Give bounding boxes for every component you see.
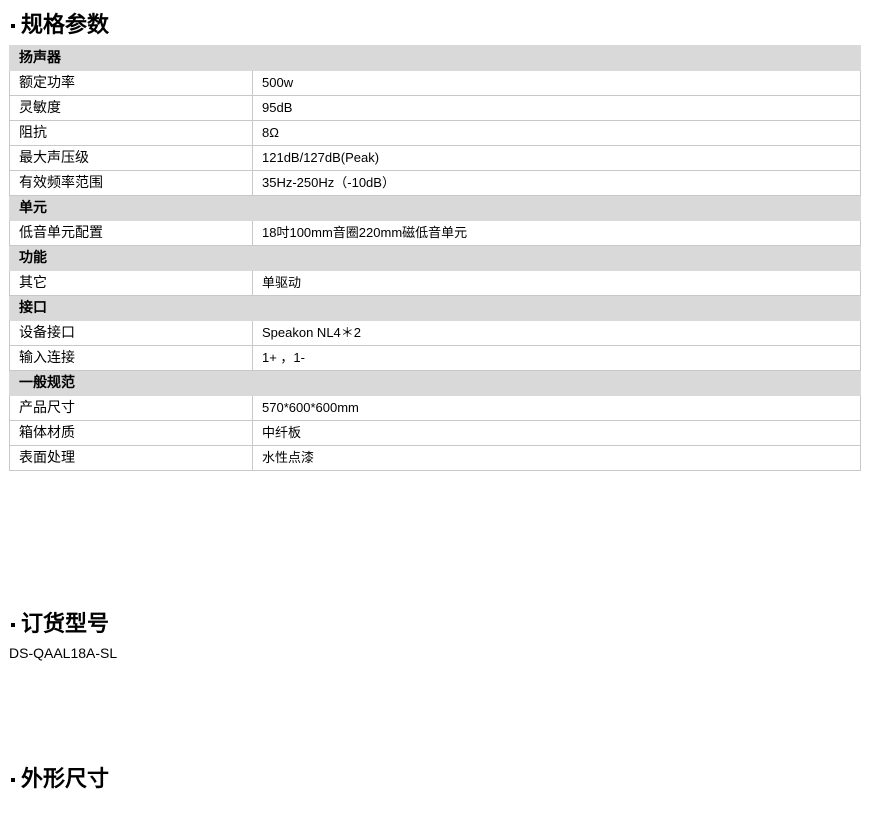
spec-group-label: 接口 bbox=[9, 295, 861, 321]
spec-row: 最大声压级 121dB/127dB(Peak) bbox=[9, 145, 861, 171]
spec-row: 表面处理 水性点漆 bbox=[9, 445, 861, 471]
spec-group-row: 单元 bbox=[9, 195, 861, 221]
spec-group-row: 一般规范 bbox=[9, 370, 861, 396]
order-model-number: DS-QAAL18A-SL bbox=[9, 645, 118, 661]
spec-value: 35Hz-250Hz（-10dB） bbox=[252, 170, 861, 196]
spec-row: 额定功率 500w bbox=[9, 70, 861, 96]
bullet-icon bbox=[11, 778, 15, 782]
spec-label: 其它 bbox=[9, 270, 253, 296]
spec-row: 输入连接 1+ ，1- bbox=[9, 345, 861, 371]
spec-label: 最大声压级 bbox=[9, 145, 253, 171]
spec-label: 低音单元配置 bbox=[9, 220, 253, 246]
section-title-specs: 规格参数 bbox=[6, 12, 109, 40]
spec-label: 设备接口 bbox=[9, 320, 253, 346]
spec-label: 有效频率范围 bbox=[9, 170, 253, 196]
spec-row: 设备接口 Speakon NL4＊2 bbox=[9, 320, 861, 346]
spec-row: 低音单元配置 18吋100mm音圈220mm磁低音单元 bbox=[9, 220, 861, 246]
spec-group-label: 一般规范 bbox=[9, 370, 861, 396]
spec-row: 阻抗 8Ω bbox=[9, 120, 861, 146]
spec-label: 表面处理 bbox=[9, 445, 253, 471]
spec-value: 水性点漆 bbox=[252, 445, 861, 471]
spec-row: 有效频率范围 35Hz-250Hz（-10dB） bbox=[9, 170, 861, 196]
spec-group-row: 接口 bbox=[9, 295, 861, 321]
spec-value: 500w bbox=[252, 70, 861, 96]
spec-group-label: 扬声器 bbox=[9, 45, 861, 71]
section-title-dimensions-label: 外形尺寸 bbox=[21, 767, 110, 792]
spec-label: 输入连接 bbox=[9, 345, 253, 371]
spec-label: 阻抗 bbox=[9, 120, 253, 146]
spec-row: 灵敏度 95dB bbox=[9, 95, 861, 121]
spec-value: 570*600*600mm bbox=[252, 395, 861, 421]
spec-group-label: 单元 bbox=[9, 195, 861, 221]
spec-row: 其它 单驱动 bbox=[9, 270, 861, 296]
bullet-icon bbox=[11, 623, 15, 627]
spec-value: 1+ ，1- bbox=[252, 345, 861, 371]
spec-value: 中纤板 bbox=[252, 420, 861, 446]
section-title-order-label: 订货型号 bbox=[21, 612, 110, 637]
spec-label: 额定功率 bbox=[9, 70, 253, 96]
spec-value: Speakon NL4＊2 bbox=[252, 320, 861, 346]
spec-value: 8Ω bbox=[252, 120, 861, 146]
spec-row: 箱体材质 中纤板 bbox=[9, 420, 861, 446]
section-title-specs-label: 规格参数 bbox=[21, 13, 110, 38]
spec-table: 扬声器 额定功率 500w 灵敏度 95dB 阻抗 8Ω 最大声压级 121dB/127dB(P… bbox=[9, 45, 861, 471]
spec-label: 产品尺寸 bbox=[9, 395, 253, 421]
spec-label: 灵敏度 bbox=[9, 95, 253, 121]
spec-value: 18吋100mm音圈220mm磁低音单元 bbox=[252, 220, 861, 246]
spec-label: 箱体材质 bbox=[9, 420, 253, 446]
section-title-order: 订货型号 bbox=[6, 611, 109, 639]
spec-value: 单驱动 bbox=[252, 270, 861, 296]
spec-group-row: 扬声器 bbox=[9, 45, 861, 71]
spec-group-label: 功能 bbox=[9, 245, 861, 271]
section-title-dimensions: 外形尺寸 bbox=[6, 766, 109, 794]
spec-value: 121dB/127dB(Peak) bbox=[252, 145, 861, 171]
spec-group-row: 功能 bbox=[9, 245, 861, 271]
bullet-icon bbox=[11, 24, 15, 28]
spec-row: 产品尺寸 570*600*600mm bbox=[9, 395, 861, 421]
spec-value: 95dB bbox=[252, 95, 861, 121]
